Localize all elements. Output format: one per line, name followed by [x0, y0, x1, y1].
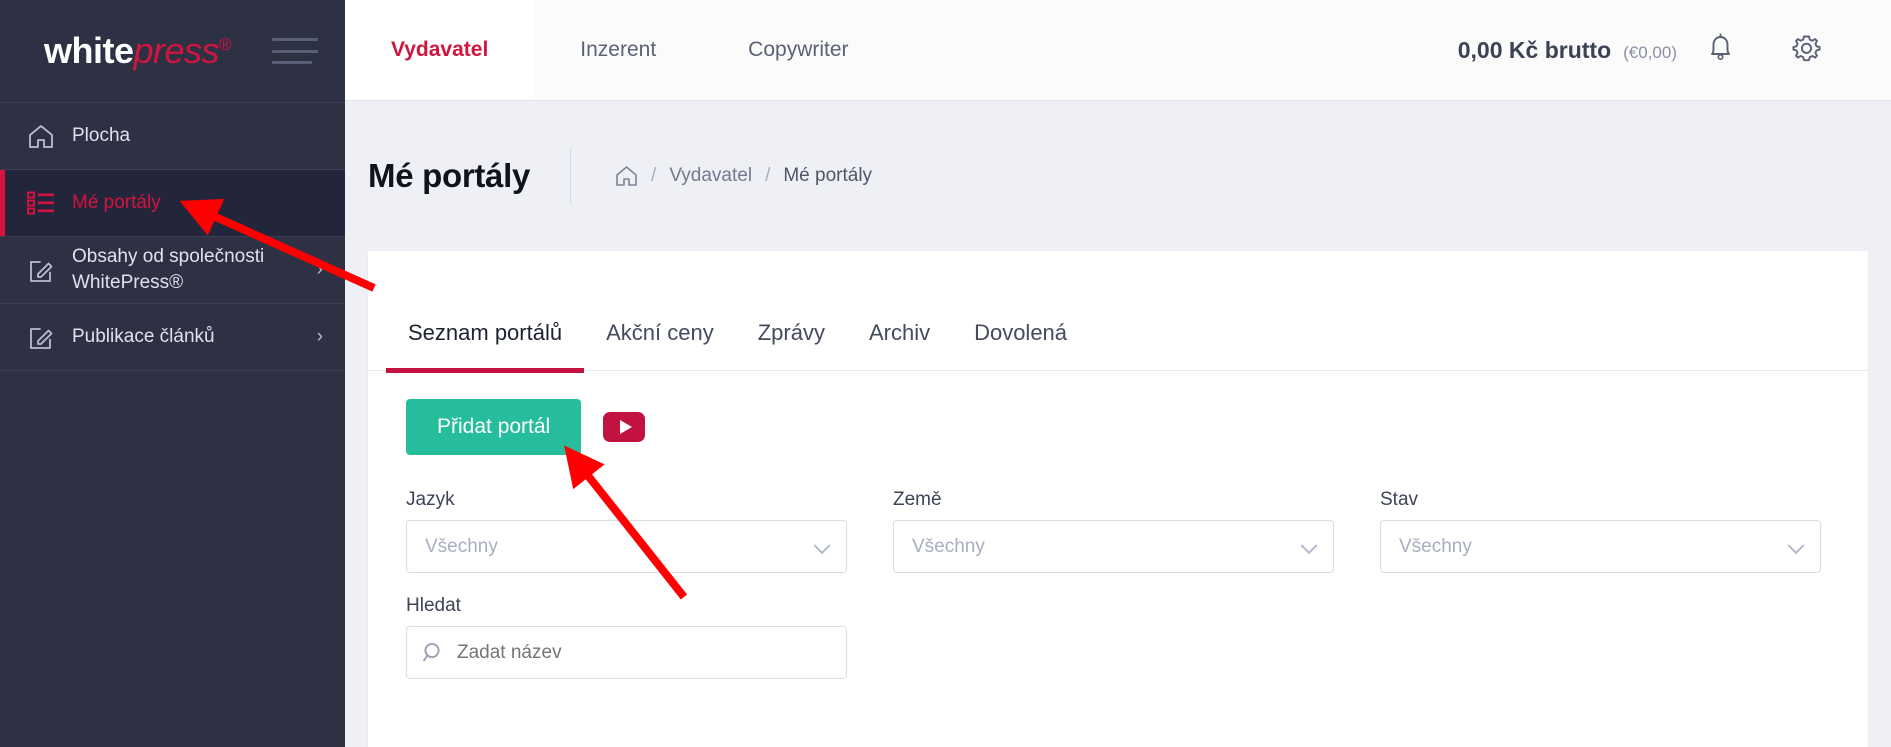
balance-secondary-amount: (€0,00) [1623, 42, 1677, 62]
top-tab-vydavatel[interactable]: Vydavatel [345, 0, 535, 100]
whitepress-logo[interactable]: whitepress® [44, 30, 232, 72]
sidebar: whitepress® Plocha Mé portály Obsahy od … [0, 0, 345, 747]
top-tab-inzerent[interactable]: Inzerent [534, 0, 702, 100]
sidebar-item-plocha[interactable]: Plocha [0, 102, 345, 169]
tab-seznam-portalu[interactable]: Seznam portálů [386, 320, 585, 373]
page-title: Mé portály [368, 157, 531, 194]
app-root: whitepress® Plocha Mé portály Obsahy od … [0, 0, 1891, 747]
search-input[interactable] [457, 641, 828, 664]
breadcrumb-separator: / [765, 165, 771, 186]
state-select-value: Všechny [1399, 535, 1472, 557]
breadcrumb-item-vydavatel[interactable]: Vydavatel [669, 165, 752, 187]
page-header: Mé portály / Vydavatel / Mé portály [345, 101, 1891, 251]
notifications-button[interactable] [1677, 0, 1763, 101]
portals-card: Seznam portálů Akční ceny Zprávy Archiv … [368, 251, 1868, 747]
logo-registered-mark: ® [219, 35, 232, 54]
tab-dovolena[interactable]: Dovolená [952, 320, 1089, 370]
filter-state-label: Stav [1380, 489, 1419, 510]
breadcrumb: / Vydavatel / Mé portály [615, 165, 872, 187]
country-select-value: Všechny [912, 535, 985, 557]
filter-country-label: Země [893, 489, 942, 510]
sidebar-item-obsahy-od-spolecnosti-whitepress[interactable]: Obsahy od společnosti WhitePress® › [0, 236, 345, 303]
sidebar-item-me-portaly[interactable]: Mé portály [0, 169, 345, 236]
chevron-down-icon [813, 536, 831, 554]
logo-row: whitepress® [0, 0, 345, 102]
top-tab-label: Vydavatel [391, 38, 489, 61]
sidebar-toggle-button[interactable] [272, 38, 318, 64]
filter-country: Země Všechny [893, 489, 1334, 573]
breadcrumb-home-icon[interactable] [615, 165, 638, 187]
sidebar-item-label: Mé portály [72, 192, 161, 214]
account-balance[interactable]: 0,00 Kč brutto (€0,00) [1458, 37, 1677, 64]
filter-language-label: Jazyk [406, 489, 455, 510]
logo-text-press: press [133, 30, 220, 71]
chevron-down-icon [1300, 536, 1318, 554]
chevron-down-icon [1787, 536, 1805, 554]
top-tab-label: Inzerent [580, 38, 657, 61]
logo-text-white: white [44, 30, 134, 71]
sidebar-item-publikace-clanku[interactable]: Publikace článků › [0, 303, 345, 370]
sidebar-item-label: Plocha [72, 125, 131, 147]
sidebar-item-label: Publikace článků [72, 326, 215, 348]
add-portal-button[interactable]: Přidat portál [406, 399, 582, 455]
tab-label: Akční ceny [606, 320, 714, 345]
filter-search: Hledat [406, 595, 1830, 679]
tab-label: Archiv [868, 320, 931, 345]
top-navigation-bar: Vydavatel Inzerent Copywriter 0,00 Kč br… [345, 0, 1891, 101]
sidebar-item-label: Obsahy od společnosti WhitePress® [72, 246, 265, 293]
play-triangle [619, 420, 632, 434]
card-body: Přidat portál Jazyk Všechny Země Všechny… [368, 371, 1868, 679]
tab-akcni-ceny[interactable]: Akční ceny [584, 320, 736, 370]
gear-icon [1789, 30, 1824, 70]
edit-square-icon [18, 322, 64, 352]
breadcrumb-divider [570, 148, 572, 204]
settings-button[interactable] [1763, 0, 1849, 101]
tab-zpravy[interactable]: Zprávy [736, 320, 847, 370]
filter-language: Jazyk Všechny [406, 489, 847, 573]
search-label: Hledat [406, 595, 461, 616]
top-tab-label: Copywriter [748, 38, 849, 61]
edit-square-icon [18, 255, 64, 285]
country-select[interactable]: Všechny [893, 520, 1334, 573]
search-control[interactable] [406, 626, 847, 679]
topbar-right-area: 0,00 Kč brutto (€0,00) [1458, 0, 1891, 100]
breadcrumb-item-current: Mé portály [783, 165, 873, 186]
filters-row: Jazyk Všechny Země Všechny Stav Všechny … [406, 489, 1830, 679]
tab-label: Seznam portálů [408, 320, 563, 345]
chevron-right-icon: › [316, 259, 323, 280]
balance-amount: 0,00 Kč brutto [1457, 36, 1612, 63]
language-select-value: Všechny [425, 535, 498, 557]
burger-line-1 [272, 38, 318, 41]
card-tabs: Seznam portálů Akční ceny Zprávy Archiv … [368, 251, 1868, 373]
home-icon [18, 121, 64, 151]
list-icon [18, 188, 64, 218]
chevron-right-icon: › [316, 326, 323, 347]
tab-label: Zprávy [757, 320, 825, 345]
burger-line-2 [272, 49, 318, 53]
state-select[interactable]: Všechny [1380, 520, 1821, 573]
search-icon [421, 640, 446, 665]
sidebar-nav: Plocha Mé portály Obsahy od společnosti … [0, 102, 345, 371]
breadcrumb-separator: / [651, 165, 657, 186]
language-select[interactable]: Všechny [406, 520, 847, 573]
bell-icon [1705, 31, 1736, 69]
tab-label: Dovolená [974, 320, 1068, 345]
main-content: Mé portály / Vydavatel / Mé portály Sezn… [345, 101, 1891, 747]
youtube-play-icon[interactable] [603, 412, 646, 442]
tab-archiv[interactable]: Archiv [847, 320, 952, 370]
actions-row: Přidat portál [406, 399, 1830, 455]
filter-state: Stav Všechny [1380, 489, 1821, 573]
burger-line-3 [272, 61, 312, 64]
top-tab-copywriter[interactable]: Copywriter [702, 0, 894, 100]
